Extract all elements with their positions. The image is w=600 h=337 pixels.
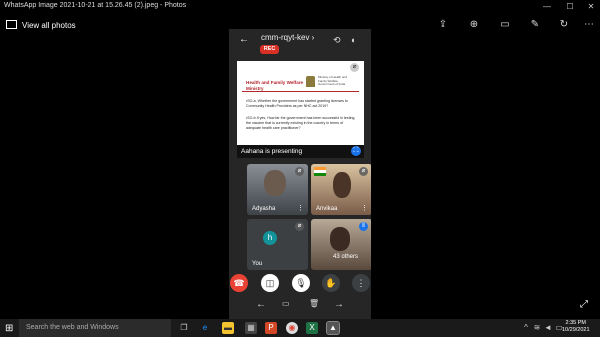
participant-name: Anvikaa	[316, 206, 338, 212]
window-title: WhatsApp Image 2021-10-21 at 15.26.45 (2…	[4, 2, 187, 9]
mic-off-icon: ⌀	[295, 222, 304, 231]
slide-question-1: •SO-a, Whether the government has starte…	[246, 99, 348, 108]
participant-video	[333, 172, 351, 198]
nav-menu-icon: ▭	[282, 299, 290, 308]
edit-icon[interactable]: ✎	[529, 19, 541, 31]
expand-icon[interactable]: ⤢	[580, 299, 588, 310]
image-icon	[6, 20, 17, 29]
share-icon[interactable]: ⇪	[437, 19, 449, 31]
zoom-icon[interactable]: ⊕	[468, 19, 480, 31]
rotate-icon[interactable]: ↻	[558, 19, 570, 31]
presenting-label: Aahana is presenting	[241, 148, 303, 155]
participant-name: Adyasha	[252, 206, 276, 212]
taskbar: ⊞ Search the web and Windows ❐ e ▬ ▦ P ◉…	[0, 319, 600, 337]
title-bar: WhatsApp Image 2021-10-21 at 15.26.45 (2…	[0, 0, 600, 14]
mic-button: 🎙	[292, 274, 310, 292]
mic-off-icon: ⌀	[359, 167, 368, 176]
slide-ministry: Ministry of Health and Family Welfare Go…	[318, 75, 348, 87]
file-explorer-icon[interactable]: ▬	[222, 322, 234, 334]
meeting-screenshot: ← cmm-rqyt-kev › REC ⟲ ◖ ⌀ Health and Fa…	[229, 29, 371, 321]
avatar: h	[263, 231, 277, 245]
more-options-button: ⋮	[352, 274, 370, 292]
view-all-label: View all photos	[22, 21, 76, 30]
mic-off-icon: ⌀	[350, 63, 359, 72]
camera-off-button: ◫	[261, 274, 279, 292]
windows-start-icon[interactable]: ⊞	[5, 323, 13, 334]
participant-tile-adyasha: ⌀ Adyasha ⋮	[247, 164, 308, 215]
view-all-photos-button[interactable]: View all photos	[6, 20, 76, 30]
others-count: 43 others	[333, 254, 359, 260]
search-placeholder: Search the web and Windows	[26, 324, 119, 331]
search-box[interactable]: Search the web and Windows	[19, 319, 171, 337]
rec-badge: REC	[260, 45, 279, 54]
audio-icon: ◖	[350, 35, 356, 45]
more-icon[interactable]: ⋯	[583, 19, 595, 31]
photos-app-icon[interactable]: ▲	[326, 321, 340, 335]
chrome-icon[interactable]: ◉	[286, 322, 298, 334]
more-vert-icon: ⋮	[361, 205, 368, 212]
clock[interactable]: 2:35 PM 10/29/2021	[562, 320, 590, 334]
presenting-bar: Aahana is presenting ⛶	[237, 145, 364, 158]
nav-forward-icon: →	[334, 299, 344, 310]
excel-icon[interactable]: X	[306, 322, 318, 334]
trash-icon: 🗑	[309, 299, 320, 308]
slide-divider	[242, 91, 359, 92]
store-icon[interactable]: ▦	[245, 322, 257, 334]
participant-video	[264, 170, 286, 196]
task-view-icon[interactable]: ❐	[178, 322, 190, 334]
hangup-button: ☎	[230, 274, 248, 292]
participant-video	[330, 227, 350, 251]
mic-off-icon: ⌀	[295, 167, 304, 176]
fullscreen-icon: ⛶	[351, 146, 361, 156]
minimize-button[interactable]: —	[540, 1, 554, 13]
clock-date: 10/29/2021	[562, 327, 590, 333]
participant-tile-others: ⦀ 43 others	[311, 219, 371, 270]
edge-icon[interactable]: e	[199, 322, 211, 334]
flag-graphic	[314, 167, 326, 176]
participant-tile-you: h ⌀ You	[247, 219, 308, 270]
maximize-button[interactable]: ☐	[563, 1, 577, 13]
raise-hand-button: ✋	[322, 274, 340, 292]
speaking-icon: ⦀	[359, 222, 368, 231]
close-button[interactable]: ✕	[584, 1, 598, 13]
switch-camera-icon: ⟲	[333, 35, 341, 45]
more-vert-icon: ⋮	[297, 205, 304, 212]
slide-brand: Health and Family Welfare Ministry	[246, 80, 304, 91]
powerpoint-icon[interactable]: P	[265, 322, 277, 334]
presentation-slide: ⌀ Health and Family Welfare Ministry Min…	[237, 61, 364, 151]
nav-back-icon: ←	[256, 299, 266, 310]
meeting-header: ← cmm-rqyt-kev › REC ⟲ ◖	[229, 29, 371, 55]
slide-question-2: •SO-b If yes, How far the government has…	[246, 116, 355, 130]
back-arrow-icon: ←	[239, 34, 249, 45]
meeting-code: cmm-rqyt-kev ›	[261, 33, 315, 42]
slideshow-icon[interactable]: ▭	[499, 19, 511, 31]
participant-tile-anvikaa: ⌀ Anvikaa ⋮	[311, 164, 371, 215]
participant-name: You	[252, 261, 263, 267]
clock-time: 2:35 PM	[565, 320, 586, 326]
emblem-icon	[306, 76, 315, 87]
